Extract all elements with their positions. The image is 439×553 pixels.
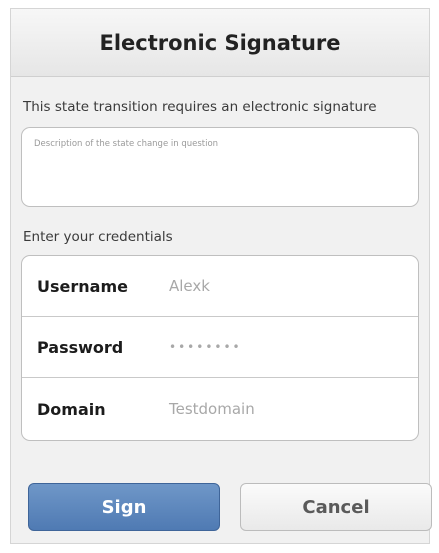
domain-row: Domain Testdomain: [22, 378, 418, 440]
cancel-button[interactable]: Cancel: [240, 483, 432, 531]
dialog-header: Electronic Signature: [11, 9, 429, 77]
credentials-label: Enter your credentials: [23, 229, 173, 245]
instruction-text: This state transition requires an electr…: [23, 99, 377, 115]
username-field[interactable]: Alexk: [169, 277, 210, 295]
password-row: Password ••••••••: [22, 317, 418, 378]
domain-label: Domain: [37, 399, 106, 419]
username-label: Username: [37, 276, 128, 296]
description-field[interactable]: [21, 127, 419, 207]
electronic-signature-dialog: Electronic Signature This state transiti…: [10, 8, 432, 544]
domain-field[interactable]: Testdomain: [169, 400, 255, 418]
password-label: Password: [37, 337, 124, 357]
credentials-panel: Username Alexk Password •••••••• Domain …: [21, 255, 419, 441]
sign-button[interactable]: Sign: [28, 483, 220, 531]
dialog-title: Electronic Signature: [99, 30, 341, 55]
username-row: Username Alexk: [22, 256, 418, 317]
password-field[interactable]: ••••••••: [169, 340, 242, 354]
